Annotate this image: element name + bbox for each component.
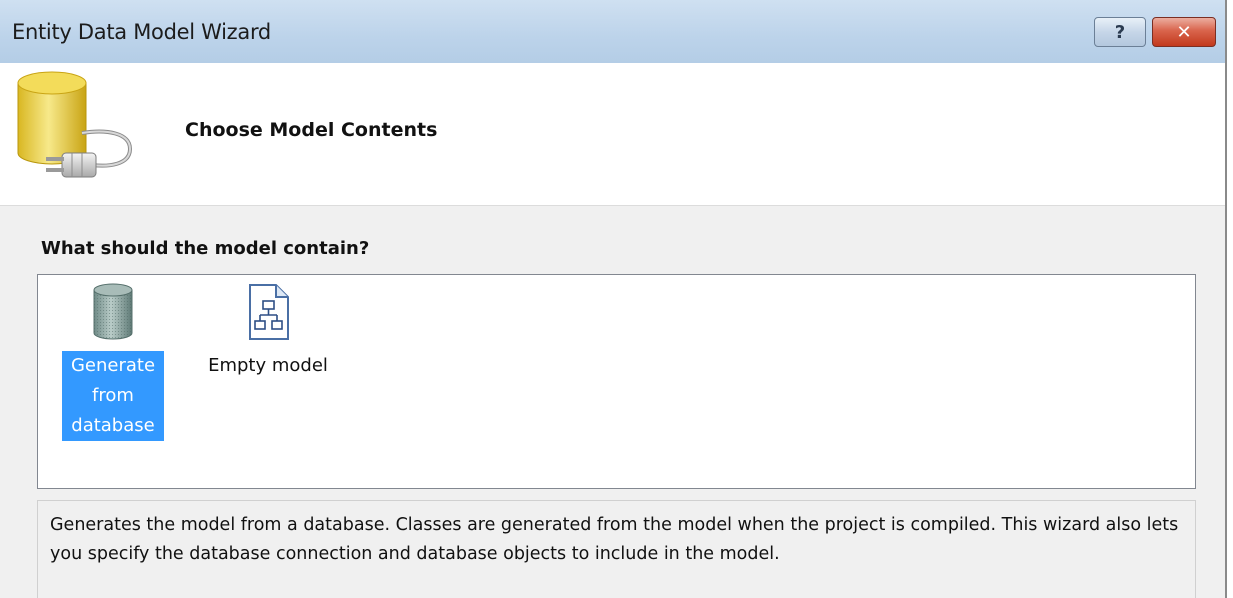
help-button[interactable]: ?	[1094, 17, 1146, 47]
close-button[interactable]: ✕	[1152, 17, 1216, 47]
database-icon	[93, 283, 133, 340]
database-plug-icon	[17, 71, 133, 178]
title-bar[interactable]: Entity Data Model Wizard ? ✕	[0, 0, 1225, 64]
option-empty-model[interactable]: Empty model	[188, 283, 348, 381]
diagram-document-icon	[249, 284, 289, 340]
option-description: Generates the model from a database. Cla…	[37, 500, 1196, 598]
model-contents-list[interactable]: Generate from database Empty model	[37, 274, 1196, 489]
page-heading: Choose Model Contents	[185, 119, 438, 141]
close-icon: ✕	[1176, 21, 1192, 43]
option-label: Empty model	[208, 355, 328, 376]
header-divider	[0, 205, 1225, 206]
option-label: Generate from database	[62, 351, 164, 441]
window-title: Entity Data Model Wizard	[12, 20, 271, 44]
model-contents-prompt: What should the model contain?	[41, 238, 370, 259]
help-icon: ?	[1114, 21, 1126, 43]
wizard-header: Choose Model Contents	[0, 63, 1225, 205]
wizard-dialog: Entity Data Model Wizard ? ✕ Choose Mode…	[0, 0, 1227, 598]
option-generate-from-database[interactable]: Generate from database	[62, 283, 164, 441]
